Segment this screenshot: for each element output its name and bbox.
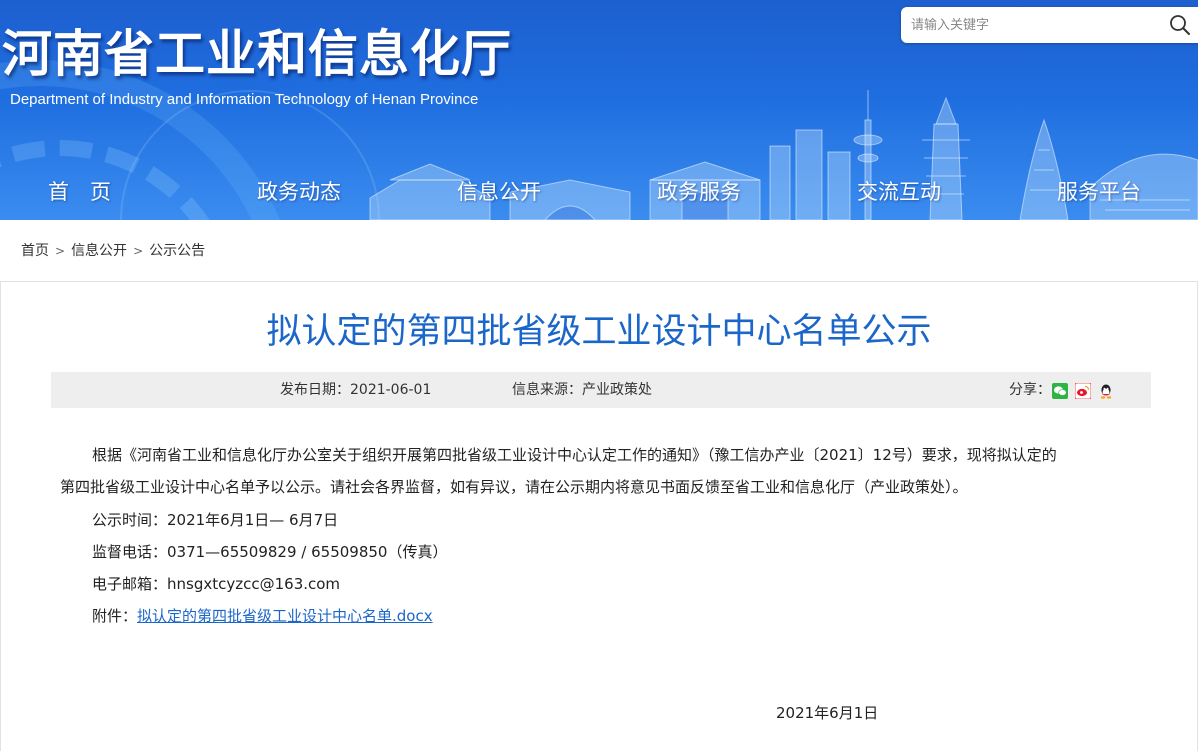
info-source: 信息来源：产业政策处 xyxy=(512,382,652,398)
nav-item-services[interactable]: 政务服务 xyxy=(657,172,741,212)
attachment-row: 附件：拟认定的第四批省级工业设计中心名单.docx xyxy=(92,604,433,628)
share-label: 分享： xyxy=(1009,382,1051,398)
main-nav: 首 页 政务动态 信息公开 政务服务 交流互动 服务平台 xyxy=(0,172,1198,212)
nav-item-news[interactable]: 政务动态 xyxy=(257,172,341,212)
sign-date: 2021年6月1日 xyxy=(776,704,879,722)
nav-item-home[interactable]: 首 页 xyxy=(48,172,111,212)
article-title: 拟认定的第四批省级工业设计中心名单公示 xyxy=(266,312,932,352)
breadcrumb-item-info-disclosure[interactable]: 信息公开 xyxy=(71,243,127,259)
nav-item-info-disclosure[interactable]: 信息公开 xyxy=(457,172,541,212)
attachment-link[interactable]: 拟认定的第四批省级工业设计中心名单.docx xyxy=(137,607,433,625)
body-line-2: 第四批省级工业设计中心名单予以公示。请社会各界监督，如有异议，请在公示期内将意见… xyxy=(60,478,968,496)
site-title: 河南省工业和信息化厅 xyxy=(2,25,512,83)
search-input[interactable] xyxy=(911,14,1151,36)
body-line-1: 根据《河南省工业和信息化厅办公室关于组织开展第四批省级工业设计中心认定工作的通知… xyxy=(92,446,1057,464)
breadcrumb-separator: > xyxy=(133,244,144,258)
nav-item-platform[interactable]: 服务平台 xyxy=(1057,172,1141,212)
wechat-icon[interactable] xyxy=(1052,383,1068,399)
breadcrumb-item-home[interactable]: 首页 xyxy=(21,243,49,259)
breadcrumb-item-notices[interactable]: 公示公告 xyxy=(149,243,205,259)
search-box xyxy=(901,7,1198,43)
breadcrumb: 首页 > 信息公开 > 公示公告 xyxy=(21,241,205,261)
supervision-phone: 监督电话：0371—65509829 / 65509850（传真） xyxy=(92,543,448,561)
body-paragraph: 根据《河南省工业和信息化厅办公室关于组织开展第四批省级工业设计中心认定工作的通知… xyxy=(60,439,1140,503)
site-subtitle: Department of Industry and Information T… xyxy=(10,91,479,108)
nav-item-interaction[interactable]: 交流互动 xyxy=(857,172,941,212)
notice-period: 公示时间：2021年6月1日— 6月7日 xyxy=(92,511,339,529)
article-meta-bar: 发布日期：2021-06-01 信息来源：产业政策处 分享： xyxy=(51,372,1151,408)
attachment-label: 附件： xyxy=(92,607,138,625)
breadcrumb-separator: > xyxy=(55,244,66,258)
publish-date: 发布日期：2021-06-01 xyxy=(280,382,432,398)
contact-email: 电子邮箱：hnsgxtcyzcc@163.com xyxy=(92,575,341,593)
search-icon[interactable] xyxy=(1169,14,1191,36)
weibo-icon[interactable] xyxy=(1075,383,1091,399)
qq-icon[interactable] xyxy=(1098,383,1114,399)
site-header: 河南省工业和信息化厅 Department of Industry and In… xyxy=(0,0,1198,220)
